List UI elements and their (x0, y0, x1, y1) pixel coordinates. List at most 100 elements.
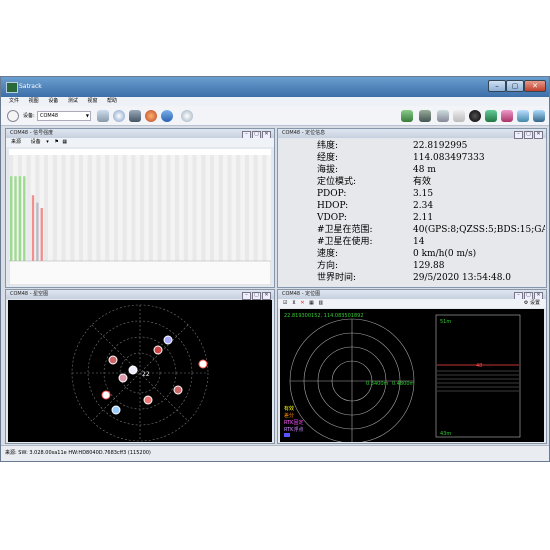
menu-help[interactable]: 帮助 (107, 97, 117, 106)
signal-bar[interactable] (40, 208, 43, 261)
column-stripe (126, 155, 132, 261)
column-stripe (196, 155, 202, 261)
satellite-marker[interactable] (198, 359, 208, 369)
sky-plot: 22 (8, 300, 272, 442)
satellite-marker[interactable] (108, 355, 118, 365)
signal-bar[interactable] (27, 186, 30, 261)
column-stripe (262, 155, 267, 261)
menu-view[interactable]: 视图 (29, 97, 39, 106)
column-stripe (91, 155, 97, 261)
satellite-marker[interactable] (128, 365, 138, 375)
column-stripe (83, 155, 88, 261)
restore-icon[interactable]: ▢ (524, 131, 533, 139)
info-label-speed: 速度: (317, 249, 339, 259)
signal-icon[interactable] (485, 110, 497, 122)
column-stripe (266, 155, 271, 261)
column-stripe (209, 155, 215, 261)
connect-icon[interactable] (7, 110, 19, 122)
speed-icon[interactable] (181, 110, 193, 122)
sky-panel: COM48 - 星空图 – ▢ ✕ 22 (5, 289, 275, 444)
camera-icon[interactable] (469, 110, 481, 122)
satellite-marker[interactable] (118, 373, 128, 383)
info-label-sats-view: #卫星在范围: (317, 225, 373, 235)
grid-view-icon[interactable]: ▦ (62, 139, 67, 145)
info-value-pdop: 3.15 (413, 189, 434, 199)
info-label-hdop: HDOP: (317, 201, 349, 211)
column-stripe (105, 155, 110, 261)
map-icon[interactable] (401, 110, 413, 122)
port-select[interactable]: COM48 ▼ (37, 111, 91, 121)
signal-bar[interactable] (18, 176, 22, 261)
satellite-marker[interactable] (143, 395, 153, 405)
info-panel: COM48 - 定位信息 – ▢ ✕ 纬度: 22.8192995 经度: 114.… (277, 128, 547, 288)
app-window: Satrack – ▢ ✕ 文件 视图 设备 测试 视窗 帮助 设备: COM4… (0, 76, 550, 462)
legend-rtk-fixed: RTK固定 (284, 419, 303, 426)
filter-dropdown-icon[interactable]: ▾ (46, 139, 49, 145)
column-stripe (227, 155, 232, 261)
menu-window[interactable]: 视窗 (87, 97, 97, 106)
menu-test[interactable]: 测试 (68, 97, 78, 106)
info-table: 纬度: 22.8192995 经度: 114.083497333 海拔: 48 … (279, 139, 545, 286)
column-stripe (153, 155, 158, 261)
minimize-icon[interactable]: – (242, 292, 251, 300)
status-bar: 来源: SW: 3.028.00sa11e HW:HD8040D.7683cff… (1, 445, 549, 461)
column-stripe (87, 155, 92, 261)
minimize-icon[interactable]: – (514, 131, 523, 139)
refresh-icon[interactable] (161, 110, 173, 122)
close-button[interactable]: ✕ (524, 80, 546, 92)
pen-icon[interactable] (97, 110, 109, 122)
filter-source[interactable]: 来源 (11, 139, 21, 145)
info-label-mode: 定位模式: (317, 177, 357, 187)
settings-button[interactable]: ⚙ 设置 (524, 299, 540, 308)
flag-icon[interactable]: ⚑ (54, 139, 58, 145)
grid-icon[interactable] (533, 110, 545, 122)
signal-bar[interactable] (36, 202, 39, 261)
signal-panel-title: COM48 - 信号强度 – ▢ ✕ (6, 129, 274, 139)
satellite-marker[interactable] (173, 385, 183, 395)
signal-bar[interactable] (10, 176, 13, 261)
chart-icon[interactable] (501, 110, 513, 122)
save-icon[interactable] (129, 110, 141, 122)
filter-device[interactable]: 设备 (31, 139, 41, 145)
close-icon[interactable]: ✕ (262, 292, 271, 300)
satellite-marker[interactable] (153, 345, 163, 355)
minimize-button[interactable]: – (488, 80, 506, 92)
clear-icon[interactable]: ✕ (300, 300, 304, 306)
info-value-mode: 有效 (413, 177, 432, 187)
signal-bar-chart (9, 149, 271, 285)
info-label-vdop: VDOP: (317, 213, 347, 223)
record-icon[interactable] (145, 110, 157, 122)
port-value: COM48 (40, 113, 59, 119)
globe-icon[interactable] (113, 110, 125, 122)
compass-icon[interactable] (453, 110, 465, 122)
column-stripe (231, 155, 237, 261)
maximize-button[interactable]: ▢ (506, 80, 524, 92)
legend-valid: 有效 (284, 405, 294, 412)
legend-dgps: 差分 (284, 412, 294, 419)
menu-file[interactable]: 文件 (9, 97, 19, 106)
satellite-icon[interactable] (419, 110, 431, 122)
info-value-speed: 0 km/h(0 m/s) (413, 249, 477, 259)
restore-icon[interactable]: ▢ (252, 292, 261, 300)
filter-icon[interactable]: ⊻ (292, 300, 296, 306)
signal-bar[interactable] (23, 176, 26, 261)
layers-icon[interactable] (517, 110, 529, 122)
legend-swatch (284, 433, 290, 437)
signal-bar[interactable] (14, 176, 17, 261)
column-stripe (205, 155, 210, 261)
satellite-marker[interactable] (111, 405, 121, 415)
column-stripe (140, 155, 145, 261)
satellite-marker[interactable] (101, 390, 111, 400)
menu-device[interactable]: 设备 (48, 97, 58, 106)
export-icon[interactable]: ▥ (318, 300, 323, 306)
close-icon[interactable]: ✕ (534, 131, 543, 139)
satellite-marker[interactable] (163, 335, 173, 345)
column-stripe (257, 155, 263, 261)
signal-bar[interactable] (31, 195, 35, 261)
grid-view-icon[interactable]: ▦ (309, 300, 314, 306)
info-label-utc: 世界时间: (317, 273, 357, 283)
checkbox-icon[interactable]: ☑ (283, 300, 287, 306)
info-panel-title-text: COM48 - 定位信息 (282, 130, 326, 136)
antenna-icon[interactable] (437, 110, 449, 122)
info-value-alt: 48 m (413, 165, 436, 175)
